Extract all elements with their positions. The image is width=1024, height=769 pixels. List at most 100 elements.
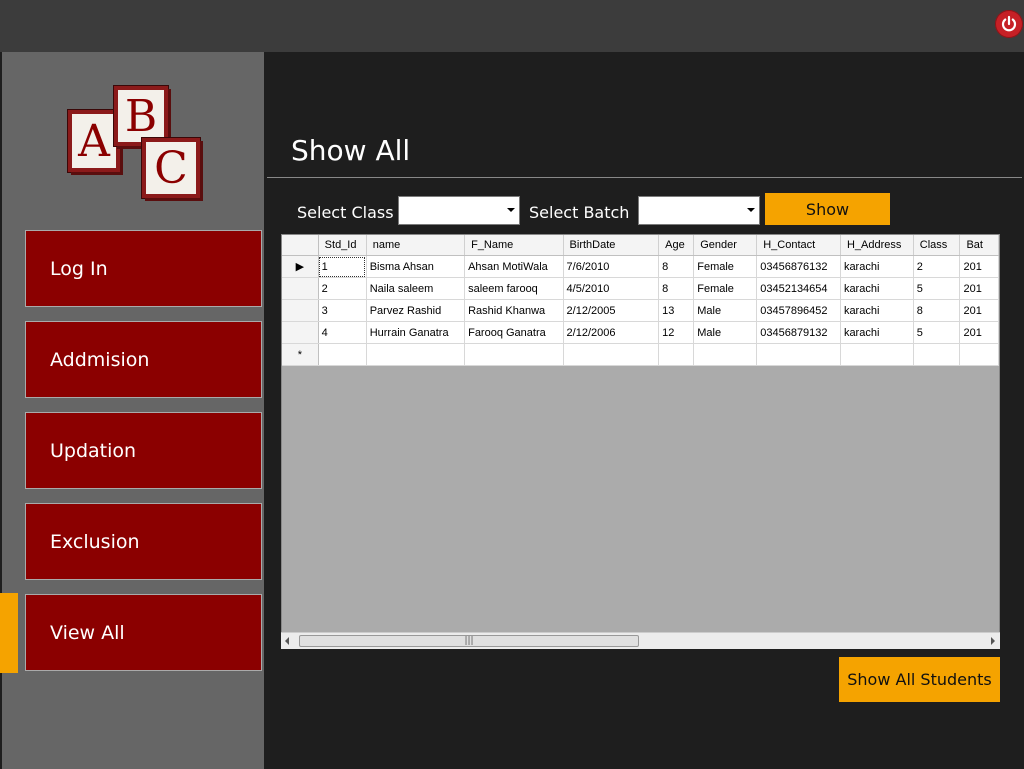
table-cell[interactable]: 2/12/2006 [563, 321, 660, 344]
column-header-f-name[interactable]: F_Name [464, 235, 564, 256]
table-cell[interactable]: Rashid Khanwa [464, 299, 564, 322]
table-cell[interactable]: Farooq Ganatra [464, 321, 564, 344]
table-cell[interactable]: 2 [913, 255, 961, 278]
column-header-batch[interactable]: Bat [959, 235, 999, 256]
table-cell[interactable]: Male [693, 321, 758, 344]
table-cell[interactable] [464, 343, 564, 366]
new-row-marker-icon[interactable]: * [282, 343, 319, 366]
table-cell[interactable]: 03456876132 [756, 255, 841, 278]
table-cell[interactable]: Hurrain Ganatra [366, 321, 466, 344]
table-cell[interactable]: 1 [318, 255, 367, 278]
table-cell[interactable]: Male [693, 299, 758, 322]
table-cell[interactable]: 2/12/2005 [563, 299, 660, 322]
current-row-marker-icon[interactable]: ▶ [282, 255, 319, 278]
table-cell[interactable]: Ahsan MotiWala [464, 255, 564, 278]
column-header-birthdate[interactable]: BirthDate [563, 235, 660, 256]
column-header-age[interactable]: Age [658, 235, 695, 256]
select-batch-label: Select Batch [529, 203, 630, 222]
table-cell[interactable]: karachi [840, 255, 914, 278]
scrollbar-thumb[interactable]: ||| [299, 635, 639, 647]
scroll-right-icon[interactable] [991, 637, 995, 645]
horizontal-scrollbar[interactable]: ||| [281, 632, 1000, 649]
power-icon[interactable] [995, 10, 1023, 38]
table-cell[interactable]: Parvez Rashid [366, 299, 466, 322]
table-cell[interactable]: 201 [959, 299, 999, 322]
table-cell[interactable] [756, 343, 841, 366]
scroll-left-icon[interactable] [285, 637, 289, 645]
new-row[interactable]: * [282, 343, 999, 366]
show-button[interactable]: Show [765, 193, 890, 225]
table-cell[interactable]: 03452134654 [756, 277, 841, 300]
table-cell[interactable]: saleem farooq [464, 277, 564, 300]
title-divider [267, 177, 1022, 178]
column-header-name[interactable]: name [366, 235, 466, 256]
column-header-h-address[interactable]: H_Address [840, 235, 914, 256]
chevron-down-icon [747, 208, 755, 212]
table-cell[interactable]: 8 [658, 255, 695, 278]
row-header[interactable] [282, 277, 319, 300]
row-header[interactable] [282, 299, 319, 322]
column-header-class[interactable]: Class [913, 235, 961, 256]
grid-header-row: Std_Id name F_Name BirthDate Age Gender … [282, 235, 999, 256]
abc-logo: A B C [66, 84, 206, 199]
table-cell[interactable] [840, 343, 914, 366]
table-cell[interactable]: 03457896452 [756, 299, 841, 322]
table-cell[interactable]: 03456879132 [756, 321, 841, 344]
select-class-label: Select Class [297, 203, 394, 222]
table-cell[interactable]: Naila saleem [366, 277, 466, 300]
column-header-h-contact[interactable]: H_Contact [756, 235, 841, 256]
nav-admission-button[interactable]: Addmision [25, 321, 262, 398]
table-cell[interactable]: 13 [658, 299, 695, 322]
table-cell[interactable]: karachi [840, 299, 914, 322]
table-cell[interactable]: 5 [913, 321, 961, 344]
page-title: Show All [291, 134, 411, 167]
title-bar [0, 0, 1024, 52]
table-cell[interactable]: Female [693, 255, 758, 278]
nav-updation-button[interactable]: Updation [25, 412, 262, 489]
row-header[interactable] [282, 321, 319, 344]
table-row[interactable]: 3 Parvez Rashid Rashid Khanwa 2/12/2005 … [282, 299, 999, 322]
class-dropdown[interactable] [398, 196, 520, 225]
show-all-students-button[interactable]: Show All Students [839, 657, 1000, 702]
students-table: Std_Id name F_Name BirthDate Age Gender … [282, 235, 999, 366]
table-cell[interactable] [318, 343, 367, 366]
table-cell[interactable]: Female [693, 277, 758, 300]
table-row[interactable]: 4 Hurrain Ganatra Farooq Ganatra 2/12/20… [282, 321, 999, 344]
column-header-std-id[interactable]: Std_Id [318, 235, 367, 256]
table-cell[interactable]: 7/6/2010 [563, 255, 660, 278]
students-grid[interactable]: Std_Id name F_Name BirthDate Age Gender … [281, 234, 1000, 649]
logo-block-b: B [114, 86, 168, 146]
table-cell[interactable]: Bisma Ahsan [366, 255, 466, 278]
table-cell[interactable]: 8 [658, 277, 695, 300]
table-cell[interactable]: 201 [959, 255, 999, 278]
nav-view-all-button[interactable]: View All [25, 594, 262, 671]
nav-login-button[interactable]: Log In [25, 230, 262, 307]
table-cell[interactable]: 2 [318, 277, 367, 300]
nav-exclusion-button[interactable]: Exclusion [25, 503, 262, 580]
table-cell[interactable] [658, 343, 695, 366]
active-nav-indicator [0, 593, 18, 673]
table-cell[interactable]: 201 [959, 277, 999, 300]
table-cell[interactable]: 12 [658, 321, 695, 344]
table-cell[interactable]: karachi [840, 321, 914, 344]
logo-block-a: A [68, 110, 120, 172]
table-row[interactable]: ▶ 1 Bisma Ahsan Ahsan MotiWala 7/6/2010 … [282, 255, 999, 278]
table-cell[interactable] [366, 343, 466, 366]
table-cell[interactable]: 8 [913, 299, 961, 322]
logo-block-c: C [142, 138, 200, 198]
table-cell[interactable]: karachi [840, 277, 914, 300]
table-cell[interactable]: 4 [318, 321, 367, 344]
row-header-corner [282, 235, 319, 256]
table-cell[interactable] [693, 343, 758, 366]
table-cell[interactable]: 3 [318, 299, 367, 322]
table-cell[interactable]: 4/5/2010 [563, 277, 660, 300]
table-cell[interactable] [563, 343, 660, 366]
table-cell[interactable] [959, 343, 999, 366]
column-header-gender[interactable]: Gender [693, 235, 758, 256]
batch-dropdown[interactable] [638, 196, 760, 225]
table-cell[interactable]: 201 [959, 321, 999, 344]
table-row[interactable]: 2 Naila saleem saleem farooq 4/5/2010 8 … [282, 277, 999, 300]
chevron-down-icon [507, 208, 515, 212]
table-cell[interactable]: 5 [913, 277, 961, 300]
table-cell[interactable] [913, 343, 961, 366]
